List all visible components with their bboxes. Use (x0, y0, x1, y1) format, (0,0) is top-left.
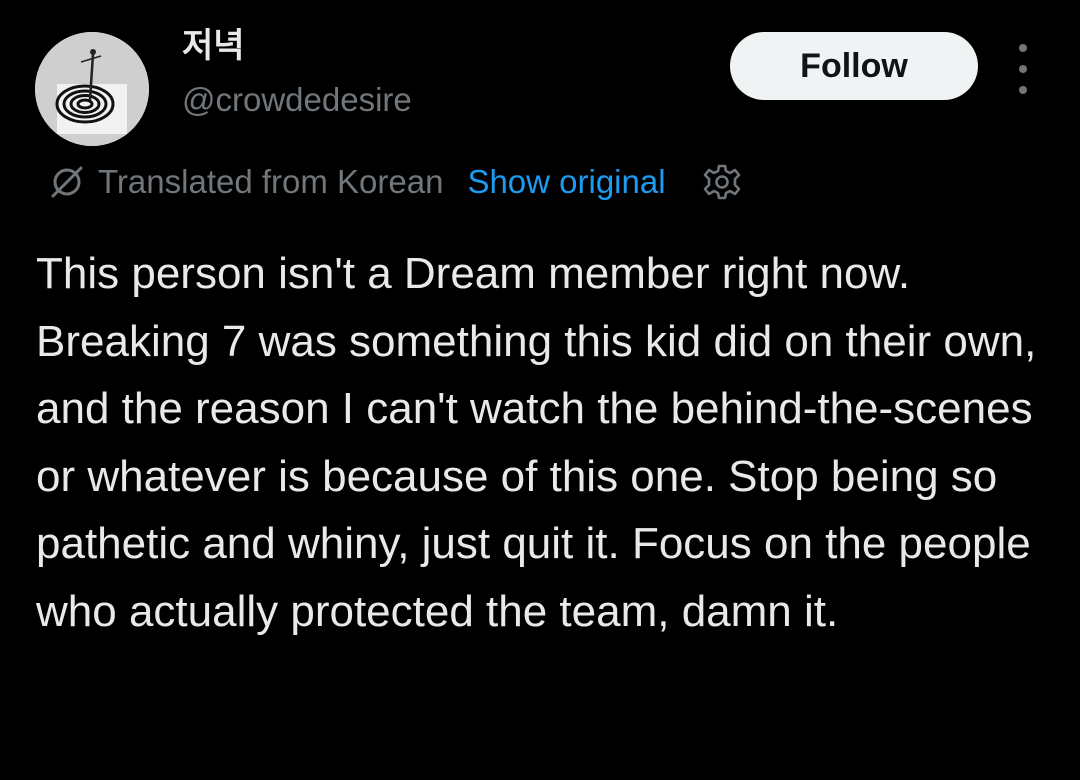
tweet-text: This person isn't a Dream member right n… (36, 249, 1037, 636)
display-name[interactable]: 저녁 (182, 24, 245, 68)
more-vertical-icon-dot (1019, 65, 1027, 73)
show-original-link[interactable]: Show original (467, 163, 665, 201)
gear-icon[interactable] (702, 162, 742, 202)
translate-icon (51, 166, 83, 198)
more-vertical-icon-dot (1019, 44, 1027, 52)
more-vertical-icon-dot (1019, 86, 1027, 94)
avatar[interactable] (35, 32, 149, 146)
more-options-button[interactable] (1008, 44, 1038, 94)
follow-button[interactable]: Follow (730, 32, 978, 100)
translated-from-label: Translated from Korean (98, 163, 444, 200)
user-handle[interactable]: @crowdedesire (182, 78, 412, 122)
translation-bar: Translated from Korean Show original (48, 158, 742, 206)
